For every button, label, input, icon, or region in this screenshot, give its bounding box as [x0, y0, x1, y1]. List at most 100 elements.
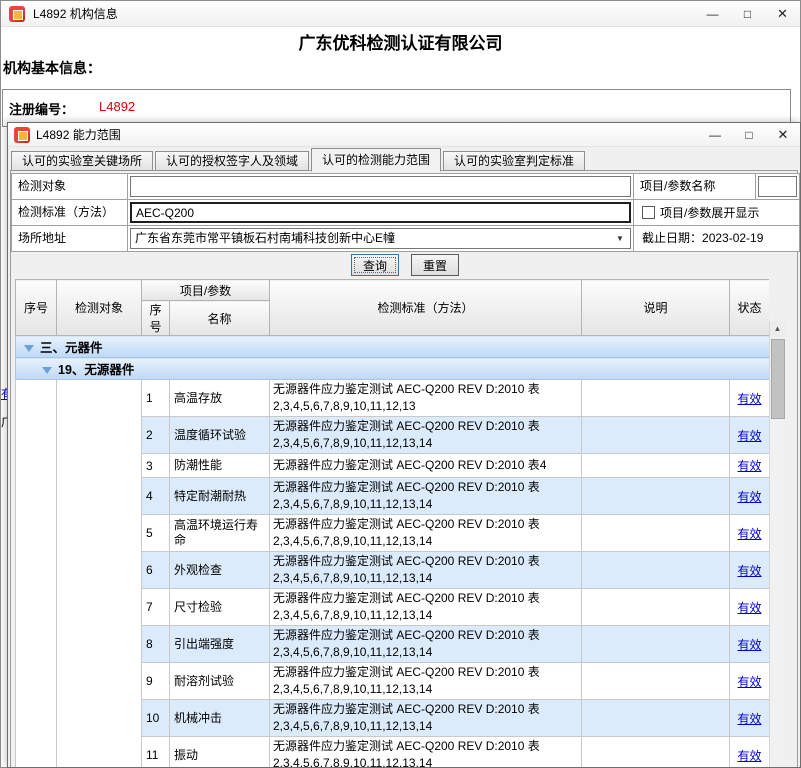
institution-window-title: L4892 机构信息 — [33, 1, 118, 27]
status-link[interactable]: 有效 — [737, 490, 761, 504]
status-link[interactable]: 有效 — [737, 564, 761, 578]
param-seq: 1 — [142, 380, 170, 417]
address-cell: 广东省东莞市常平镇板石村南埔科技创新中心E幢 ▼ — [128, 226, 634, 252]
status-link[interactable]: 有效 — [737, 749, 761, 763]
param-seq: 5 — [142, 515, 170, 552]
app-icon — [14, 127, 30, 143]
registration-number-label: 注册编号： — [9, 99, 74, 118]
tab-testing-capability-scope[interactable]: 认可的检测能力范围 — [311, 148, 441, 172]
checkbox-icon[interactable] — [642, 206, 655, 219]
table-row: 1 高温存放 无源器件应力鉴定测试 AEC-Q200 REV D:2010 表 … — [16, 380, 770, 417]
note-cell — [582, 417, 730, 454]
basic-info-section-label: 机构基本信息： — [3, 58, 101, 78]
param-seq: 9 — [142, 663, 170, 700]
expand-triangle-icon[interactable] — [24, 345, 34, 352]
maximize-icon[interactable]: □ — [730, 1, 765, 27]
vertical-scrollbar[interactable]: ▲ — [769, 321, 785, 767]
minimize-icon[interactable]: — — [695, 1, 730, 27]
note-cell — [582, 663, 730, 700]
scrollbar-up-icon[interactable]: ▲ — [770, 321, 785, 337]
standard-text: 无源器件应力鉴定测试 AEC-Q200 REV D:2010 表 2,3,4,5… — [270, 589, 582, 626]
status-link[interactable]: 有效 — [737, 527, 761, 541]
param-name: 振动 — [170, 737, 270, 768]
status-link[interactable]: 有效 — [737, 429, 761, 443]
status-link[interactable]: 有效 — [737, 638, 761, 652]
table-row: 8 引出端强度 无源器件应力鉴定测试 AEC-Q200 REV D:2010 表… — [16, 626, 770, 663]
table-header-row: 序号 检测对象 项目/参数 检测标准（方法） 说明 状态 — [16, 280, 770, 301]
status-link[interactable]: 有效 — [737, 392, 761, 406]
param-name: 尺寸检验 — [170, 589, 270, 626]
table-row: 9 耐溶剂试验 无源器件应力鉴定测试 AEC-Q200 REV D:2010 表… — [16, 663, 770, 700]
status-link[interactable]: 有效 — [737, 675, 761, 689]
table-row: 2 温度循环试验 无源器件应力鉴定测试 AEC-Q200 REV D:2010 … — [16, 417, 770, 454]
table-row: 6 外观检查 无源器件应力鉴定测试 AEC-Q200 REV D:2010 表 … — [16, 552, 770, 589]
capability-titlebar[interactable]: L4892 能力范围 — □ ✕ — [8, 123, 800, 147]
param-name-input[interactable] — [758, 176, 797, 197]
expand-display-option[interactable]: 项目/参数展开显示 — [634, 200, 799, 225]
address-select[interactable]: 广东省东莞市常平镇板石村南埔科技创新中心E幢 ▼ — [130, 228, 631, 249]
param-name-label: 项目/参数名称 — [634, 174, 756, 200]
query-button[interactable]: 查询 — [351, 254, 399, 276]
expand-option-cell: 项目/参数展开显示 — [634, 200, 800, 226]
address-selected-value: 广东省东莞市常平镇板石村南埔科技创新中心E幢 — [135, 231, 395, 245]
standard-text: 无源器件应力鉴定测试 AEC-Q200 REV D:2010 表 2,3,4,5… — [270, 737, 582, 768]
param-name-cell — [756, 174, 800, 200]
standard-text: 无源器件应力鉴定测试 AEC-Q200 REV D:2010 表 2,3,4,5… — [270, 663, 582, 700]
header-param-group: 项目/参数 — [142, 280, 270, 301]
tab-lab-criteria[interactable]: 认可的实验室判定标准 — [443, 151, 585, 171]
table-row: 3 防潮性能 无源器件应力鉴定测试 AEC-Q200 REV D:2010 表4… — [16, 454, 770, 478]
window-controls: — □ ✕ — [698, 123, 800, 147]
header-param-name: 名称 — [170, 301, 270, 336]
note-cell — [582, 700, 730, 737]
scrollbar-thumb[interactable] — [771, 339, 785, 419]
group-row-components[interactable]: 三、元器件 — [16, 336, 770, 358]
results-table-container: 序号 检测对象 项目/参数 检测标准（方法） 说明 状态 序号 名称 三、元器件… — [15, 279, 769, 767]
test-object-input[interactable] — [130, 176, 631, 197]
param-name: 防潮性能 — [170, 454, 270, 478]
group-row-passive-components[interactable]: 19、无源器件 — [16, 358, 770, 380]
note-cell — [582, 626, 730, 663]
deadline-cell: 截止日期：2023-02-19 — [634, 226, 800, 252]
param-name: 温度循环试验 — [170, 417, 270, 454]
param-seq: 4 — [142, 478, 170, 515]
param-name: 高温存放 — [170, 380, 270, 417]
expand-triangle-icon[interactable] — [42, 367, 52, 374]
table-row: 5 高温环境运行寿命 无源器件应力鉴定测试 AEC-Q200 REV D:201… — [16, 515, 770, 552]
note-cell — [582, 454, 730, 478]
standard-label: 检测标准（方法） — [12, 200, 128, 226]
minimize-icon[interactable]: — — [698, 123, 732, 147]
desktop: L4892 机构信息 — □ ✕ 广东优科检测认证有限公司 机构基本信息： 注册… — [0, 0, 801, 768]
table-row: 4 特定耐潮耐热 无源器件应力鉴定测试 AEC-Q200 REV D:2010 … — [16, 478, 770, 515]
tab-key-locations[interactable]: 认可的实验室关键场所 — [11, 151, 153, 171]
status-link[interactable]: 有效 — [737, 601, 761, 615]
param-seq: 10 — [142, 700, 170, 737]
tab-authorized-signatories[interactable]: 认可的授权签字人及领域 — [155, 151, 309, 171]
standard-text: 无源器件应力鉴定测试 AEC-Q200 REV D:2010 表 2,3,4,5… — [270, 380, 582, 417]
header-object: 检测对象 — [57, 280, 142, 336]
chevron-down-icon[interactable]: ▼ — [612, 229, 628, 248]
status-link[interactable]: 有效 — [737, 459, 761, 473]
param-seq: 6 — [142, 552, 170, 589]
tabstrip: 认可的实验室关键场所 认可的授权签字人及领域 认可的检测能力范围 认可的实验室判… — [11, 147, 587, 171]
param-name: 高温环境运行寿命 — [170, 515, 270, 552]
note-cell — [582, 589, 730, 626]
reset-button[interactable]: 重置 — [411, 254, 459, 276]
company-heading: 广东优科检测认证有限公司 — [1, 29, 800, 54]
status-link[interactable]: 有效 — [737, 712, 761, 726]
standard-cell — [128, 200, 634, 226]
institution-titlebar[interactable]: L4892 机构信息 — □ ✕ — [1, 1, 800, 27]
param-name: 机械冲击 — [170, 700, 270, 737]
deadline-label: 截止日期： — [642, 231, 702, 245]
standard-input[interactable] — [130, 202, 631, 223]
close-icon[interactable]: ✕ — [765, 1, 800, 27]
group-label: 19、无源器件 — [58, 363, 134, 377]
expand-display-label: 项目/参数展开显示 — [660, 204, 759, 221]
header-status: 状态 — [730, 280, 770, 336]
param-name: 外观检查 — [170, 552, 270, 589]
standard-text: 无源器件应力鉴定测试 AEC-Q200 REV D:2010 表 2,3,4,5… — [270, 552, 582, 589]
close-icon[interactable]: ✕ — [766, 123, 800, 147]
address-label: 场所地址 — [12, 226, 128, 252]
maximize-icon[interactable]: □ — [732, 123, 766, 147]
standard-text: 无源器件应力鉴定测试 AEC-Q200 REV D:2010 表 2,3,4,5… — [270, 417, 582, 454]
standard-text: 无源器件应力鉴定测试 AEC-Q200 REV D:2010 表 2,3,4,5… — [270, 478, 582, 515]
